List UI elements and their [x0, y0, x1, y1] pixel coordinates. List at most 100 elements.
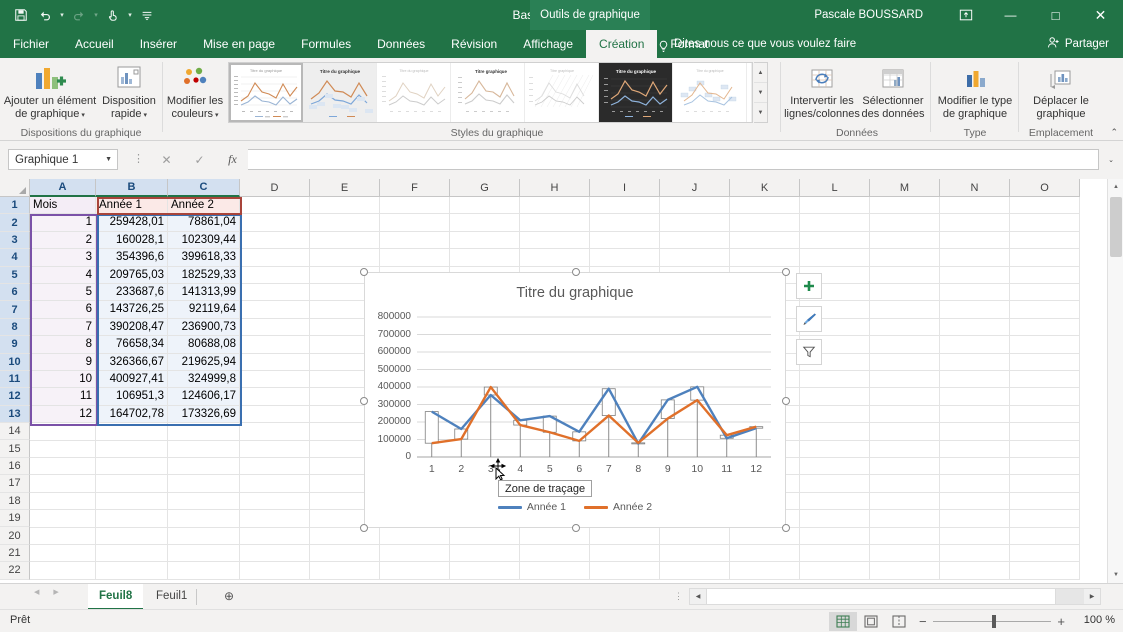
- cell-B6[interactable]: 233687,6: [96, 284, 168, 302]
- column-header-L[interactable]: L: [800, 179, 870, 197]
- resize-handle-e[interactable]: [782, 397, 790, 405]
- cell-I21[interactable]: [590, 545, 660, 563]
- tell-me-box[interactable]: Dites-nous ce que vous voulez faire: [658, 30, 856, 58]
- vertical-scrollbar[interactable]: ▲ ▼: [1107, 179, 1123, 583]
- cell-A8[interactable]: 7: [30, 318, 96, 337]
- cell-E20[interactable]: [310, 527, 380, 545]
- select-all-corner[interactable]: [0, 179, 30, 197]
- normal-view-icon[interactable]: [829, 612, 857, 631]
- chart-elements-button[interactable]: [796, 273, 822, 299]
- cell-C2[interactable]: 78861,04: [168, 214, 240, 232]
- page-layout-view-icon[interactable]: [857, 612, 885, 631]
- cell-M21[interactable]: [870, 545, 940, 563]
- cell-C7[interactable]: 92119,64: [168, 301, 240, 319]
- cell-L4[interactable]: [800, 249, 870, 267]
- legend-item-serie-1[interactable]: Année 1: [497, 501, 566, 513]
- sheet-split-grip[interactable]: ⋮: [674, 591, 683, 602]
- cell-A19[interactable]: [30, 510, 96, 528]
- hscroll-track[interactable]: [1056, 589, 1084, 604]
- chart-title[interactable]: Titre du graphique: [365, 285, 785, 301]
- enter-formula-icon[interactable]: ✓: [183, 149, 216, 170]
- cell-B1[interactable]: Année 1: [96, 197, 168, 215]
- cell-M2[interactable]: [870, 214, 940, 232]
- cell-C13[interactable]: 173326,69: [168, 405, 240, 424]
- cell-L2[interactable]: [800, 214, 870, 232]
- name-box[interactable]: Graphique 1 ▼: [8, 149, 118, 170]
- resize-handle-nw[interactable]: [360, 268, 368, 276]
- cell-A4[interactable]: 3: [30, 249, 96, 267]
- cell-N20[interactable]: [940, 527, 1010, 545]
- cell-A13[interactable]: 12: [30, 405, 96, 424]
- cancel-formula-icon[interactable]: ✕: [150, 149, 183, 170]
- cell-N10[interactable]: [940, 353, 1010, 371]
- cell-D4[interactable]: [240, 249, 310, 267]
- name-box-caret-icon[interactable]: ▼: [105, 150, 112, 170]
- row-header-20[interactable]: 20: [0, 527, 30, 545]
- cell-D11[interactable]: [240, 371, 310, 389]
- chart-plot-area[interactable]: 0 100000 200000 300000 400000 500000 600000 700…: [365, 309, 787, 487]
- column-header-B[interactable]: B: [96, 179, 168, 197]
- cell-L3[interactable]: [800, 231, 870, 250]
- row-header-6[interactable]: 6: [0, 283, 30, 302]
- cell-M16[interactable]: [870, 458, 940, 476]
- sheet-tab-feuil1[interactable]: Feuil1: [145, 584, 198, 610]
- change-chart-type-button[interactable]: Modifier le type de graphique: [934, 58, 1016, 120]
- hscroll-right-icon[interactable]: ▶: [1084, 589, 1100, 604]
- chart-style-thumb-1[interactable]: Titre du graphique: [229, 63, 303, 122]
- cell-M17[interactable]: [870, 475, 940, 493]
- cell-G20[interactable]: [450, 527, 520, 545]
- cell-J4[interactable]: [660, 249, 730, 267]
- row-header-10[interactable]: 10: [0, 353, 30, 371]
- cell-L16[interactable]: [800, 458, 870, 476]
- cell-O19[interactable]: [1010, 510, 1080, 528]
- cell-H22[interactable]: [520, 562, 590, 580]
- cell-C6[interactable]: 141313,99: [168, 284, 240, 302]
- cell-N16[interactable]: [940, 458, 1010, 476]
- cell-N22[interactable]: [940, 562, 1010, 580]
- minimize-button[interactable]: —: [988, 0, 1033, 30]
- cell-B12[interactable]: 106951,3: [96, 388, 168, 406]
- cell-D8[interactable]: [240, 318, 310, 337]
- cell-L11[interactable]: [800, 371, 870, 389]
- tab-mise-en-page[interactable]: Mise en page: [190, 30, 288, 58]
- cell-M10[interactable]: [870, 353, 940, 371]
- cell-H4[interactable]: [520, 249, 590, 267]
- share-button[interactable]: Partager: [1039, 33, 1117, 55]
- switch-row-column-button[interactable]: Intervertir les lignes/colonnes: [784, 58, 860, 120]
- cell-N7[interactable]: [940, 301, 1010, 319]
- cell-B20[interactable]: [96, 527, 168, 545]
- row-header-19[interactable]: 19: [0, 510, 30, 528]
- cell-L17[interactable]: [800, 475, 870, 493]
- cell-O14[interactable]: [1010, 423, 1080, 441]
- cell-N1[interactable]: [940, 197, 1010, 215]
- cell-B16[interactable]: [96, 458, 168, 476]
- row-header-21[interactable]: 21: [0, 544, 30, 563]
- cell-C18[interactable]: [168, 492, 240, 511]
- cell-H21[interactable]: [520, 545, 590, 563]
- cell-D14[interactable]: [240, 423, 310, 441]
- cell-A6[interactable]: 5: [30, 284, 96, 302]
- cell-H1[interactable]: [520, 197, 590, 215]
- cell-A1[interactable]: Mois: [30, 197, 96, 215]
- cell-C17[interactable]: [168, 475, 240, 493]
- vertical-scroll-thumb[interactable]: [1110, 197, 1122, 257]
- cell-B13[interactable]: 164702,78: [96, 405, 168, 424]
- tab-inserer[interactable]: Insérer: [127, 30, 190, 58]
- cell-C20[interactable]: [168, 527, 240, 545]
- gallery-scroll-up-icon[interactable]: ▲: [754, 63, 767, 83]
- chart-style-thumb-2[interactable]: Titre du graphique: [303, 63, 377, 122]
- cell-D13[interactable]: [240, 405, 310, 424]
- cell-I3[interactable]: [590, 231, 660, 250]
- cell-M8[interactable]: [870, 318, 940, 337]
- cell-L13[interactable]: [800, 405, 870, 424]
- cell-C15[interactable]: [168, 440, 240, 458]
- cell-B8[interactable]: 390208,47: [96, 318, 168, 337]
- row-header-22[interactable]: 22: [0, 562, 30, 580]
- cell-M7[interactable]: [870, 301, 940, 319]
- cell-K20[interactable]: [730, 527, 800, 545]
- resize-handle-sw[interactable]: [360, 524, 368, 532]
- cell-B7[interactable]: 143726,25: [96, 301, 168, 319]
- cell-O6[interactable]: [1010, 284, 1080, 302]
- cell-L22[interactable]: [800, 562, 870, 580]
- chart-style-thumb-4[interactable]: Titre graphique: [451, 63, 525, 122]
